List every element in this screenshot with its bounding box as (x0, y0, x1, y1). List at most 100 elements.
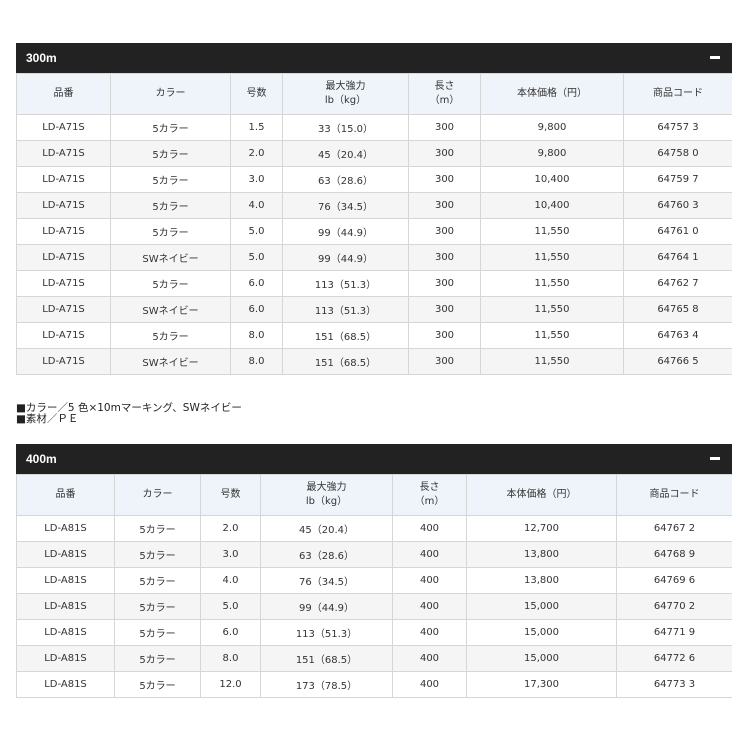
table-row: LD-A81S 5カラー 12.0 173（78.5） 400 17,300 64773 3 (16, 671, 732, 698)
cell-size: 12.0 (200, 671, 261, 698)
cell-part-number: LD-A81S (16, 541, 115, 568)
cell-length: 300 (408, 244, 481, 271)
cell-size: 5.0 (230, 218, 283, 245)
table-row: LD-A71S SWネイビー 6.0 113（51.3） 300 11,550 64765 … (16, 296, 732, 323)
table-row: LD-A81S 5カラー 3.0 63（28.6） 400 13,800 64768 9 (16, 541, 732, 568)
table-row: LD-A71S 5カラー 1.5 33（15.0） 300 9,800 64757 3 (16, 114, 732, 141)
table-row: LD-A81S 5カラー 6.0 113（51.3） 400 15,000 64771 9 (16, 619, 732, 646)
collapse-icon[interactable] (710, 457, 720, 460)
cell-price: 11,550 (480, 348, 624, 375)
cell-part-number: LD-A71S (16, 192, 111, 219)
cell-color: 5カラー (114, 541, 201, 568)
section-header-bar[interactable]: 300m (16, 43, 732, 73)
cell-part-number: LD-A71S (16, 296, 111, 323)
header-product-code: 商品コード (616, 474, 732, 516)
cell-max-strength: 151（68.5） (282, 348, 409, 375)
header-max-strength: 最大強力 lb（kg） (282, 73, 409, 115)
cell-max-strength: 99（44.9） (282, 244, 409, 271)
table-row: LD-A71S 5カラー 5.0 99（44.9） 300 11,550 64761 0 (16, 218, 732, 245)
table-row: LD-A71S 5カラー 3.0 63（28.6） 300 10,400 64759 7 (16, 166, 732, 193)
cell-length: 300 (408, 192, 481, 219)
table-row: LD-A71S SWネイビー 5.0 99（44.9） 300 11,550 64764 1 (16, 244, 732, 271)
header-length: 長さ （m） (392, 474, 467, 516)
cell-size: 8.0 (200, 645, 261, 672)
cell-price: 11,550 (480, 270, 624, 297)
header-price: 本体価格（円） (480, 73, 624, 115)
table-row: LD-A71S SWネイビー 8.0 151（68.5） 300 11,550 64766 … (16, 348, 732, 375)
cell-length: 300 (408, 140, 481, 167)
table-row: LD-A81S 5カラー 2.0 45（20.4） 400 12,700 64767 2 (16, 515, 732, 542)
product-notes: ■カラー／5 色×10mマーキング、SWネイビー ■素材／ＰＥ (16, 403, 732, 425)
cell-product-code: 64767 2 (616, 515, 732, 542)
table-header-row: 品番 カラー 号数 最大強力 lb（kg） 長さ （m） 本体価格（円） 商品コ… (16, 474, 732, 516)
cell-price: 9,800 (480, 114, 624, 141)
cell-part-number: LD-A71S (16, 218, 111, 245)
cell-color: 5カラー (110, 322, 231, 349)
cell-length: 400 (392, 645, 467, 672)
cell-product-code: 64771 9 (616, 619, 732, 646)
cell-length: 400 (392, 593, 467, 620)
cell-color: SWネイビー (110, 348, 231, 375)
header-part-number: 品番 (16, 73, 111, 115)
table-row: LD-A81S 5カラー 8.0 151（68.5） 400 15,000 64772 6 (16, 645, 732, 672)
cell-max-strength: 45（20.4） (282, 140, 409, 167)
header-color: カラー (114, 474, 201, 516)
cell-size: 6.0 (230, 270, 283, 297)
cell-length: 300 (408, 218, 481, 245)
cell-price: 15,000 (466, 645, 617, 672)
cell-part-number: LD-A81S (16, 593, 115, 620)
cell-price: 12,700 (466, 515, 617, 542)
cell-price: 10,400 (480, 166, 624, 193)
cell-price: 11,550 (480, 296, 624, 323)
cell-product-code: 64757 3 (623, 114, 732, 141)
cell-product-code: 64763 4 (623, 322, 732, 349)
cell-length: 400 (392, 515, 467, 542)
cell-product-code: 64773 3 (616, 671, 732, 698)
cell-length: 400 (392, 567, 467, 594)
cell-product-code: 64758 0 (623, 140, 732, 167)
cell-color: SWネイビー (110, 244, 231, 271)
cell-length: 400 (392, 671, 467, 698)
cell-size: 1.5 (230, 114, 283, 141)
cell-price: 11,550 (480, 218, 624, 245)
cell-size: 6.0 (200, 619, 261, 646)
cell-product-code: 64765 8 (623, 296, 732, 323)
cell-color: 5カラー (110, 140, 231, 167)
cell-max-strength: 173（78.5） (260, 671, 393, 698)
cell-size: 4.0 (200, 567, 261, 594)
cell-length: 300 (408, 166, 481, 193)
cell-product-code: 64772 6 (616, 645, 732, 672)
cell-part-number: LD-A71S (16, 114, 111, 141)
cell-price: 15,000 (466, 593, 617, 620)
cell-product-code: 64761 0 (623, 218, 732, 245)
cell-max-strength: 33（15.0） (282, 114, 409, 141)
cell-color: 5カラー (114, 593, 201, 620)
cell-length: 400 (392, 541, 467, 568)
cell-length: 300 (408, 270, 481, 297)
cell-product-code: 64768 9 (616, 541, 732, 568)
cell-max-strength: 113（51.3） (282, 270, 409, 297)
cell-max-strength: 63（28.6） (282, 166, 409, 193)
cell-part-number: LD-A71S (16, 140, 111, 167)
cell-max-strength: 99（44.9） (282, 218, 409, 245)
section-header-bar[interactable]: 400m (16, 444, 732, 474)
cell-size: 5.0 (200, 593, 261, 620)
cell-color: 5カラー (110, 218, 231, 245)
collapse-icon[interactable] (710, 56, 720, 59)
header-max-strength: 最大強力 lb（kg） (260, 474, 393, 516)
cell-part-number: LD-A81S (16, 645, 115, 672)
table-row: LD-A81S 5カラー 4.0 76（34.5） 400 13,800 64769 6 (16, 567, 732, 594)
table-row: LD-A71S 5カラー 6.0 113（51.3） 300 11,550 64762 7 (16, 270, 732, 297)
cell-color: 5カラー (110, 166, 231, 193)
cell-max-strength: 151（68.5） (282, 322, 409, 349)
cell-color: 5カラー (114, 619, 201, 646)
cell-product-code: 64769 6 (616, 567, 732, 594)
cell-product-code: 64762 7 (623, 270, 732, 297)
cell-part-number: LD-A71S (16, 322, 111, 349)
cell-price: 15,000 (466, 619, 617, 646)
cell-part-number: LD-A81S (16, 567, 115, 594)
cell-size: 8.0 (230, 322, 283, 349)
cell-max-strength: 113（51.3） (282, 296, 409, 323)
cell-size: 5.0 (230, 244, 283, 271)
cell-max-strength: 76（34.5） (260, 567, 393, 594)
